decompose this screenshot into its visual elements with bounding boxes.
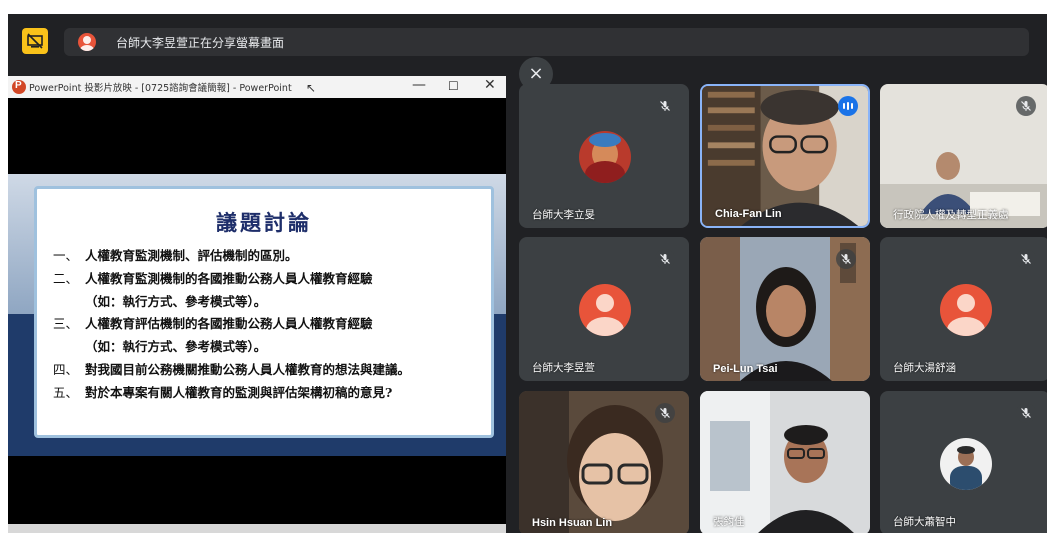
participant-tile[interactable]: 台師大湯舒涵 <box>880 237 1047 381</box>
mic-off-icon <box>1016 96 1036 116</box>
close-window-icon[interactable]: ✕ <box>484 77 496 93</box>
participant-tile[interactable]: Hsin Hsuan Lin <box>519 391 689 533</box>
participant-tile[interactable]: 台師大蕭智中 <box>880 391 1047 533</box>
agenda-item: 一、 人權教育監測機制、評估機制的區別。 <box>53 248 298 263</box>
participant-name: Chia-Fan Lin <box>715 208 782 220</box>
agenda-item: 三、 人權教育評估機制的各國推動公務人員人權教育經驗 <box>53 316 373 332</box>
powerpoint-window-title: PowerPoint 投影片放映 - [0725諮詢會議簡報] - PowerP… <box>29 83 292 94</box>
participant-name: 台師大蕭智中 <box>893 516 956 528</box>
powerpoint-titlebar: PowerPoint 投影片放映 - [0725諮詢會議簡報] - PowerP… <box>8 76 506 98</box>
participant-tile-speaking[interactable]: Chia-Fan Lin <box>700 84 870 228</box>
mic-off-icon <box>655 96 675 116</box>
presenter-avatar <box>78 33 96 51</box>
speaking-indicator-icon <box>838 96 858 116</box>
participant-name: Pei-Lun Tsai <box>713 363 778 375</box>
agenda-item: 四、 對我國目前公務機關推動公務人員人權教育的想法與建議。 <box>53 361 411 377</box>
slide-title: 議題討論 <box>216 210 312 235</box>
slideshow-status-bar <box>8 524 506 533</box>
sharing-notice-text: 台師大李昱萱正在分享螢幕畫面 <box>116 36 285 50</box>
avatar <box>579 284 631 336</box>
agenda-item-continued: （如：執行方式、參考模式等）。 <box>85 339 267 355</box>
agenda-item: 二、 人權教育監測機制的各國推動公務人員人權教育經驗 <box>53 270 373 286</box>
avatar <box>579 131 631 183</box>
meet-window: 台師大李昱萱正在分享螢幕畫面 PowerPoint 投影片放映 - [0725諮… <box>8 14 1047 533</box>
participant-tile[interactable]: 台師大李昱萱 <box>519 237 689 381</box>
participant-video <box>700 391 870 533</box>
stop-presenting-button[interactable] <box>22 28 48 54</box>
agenda-list: 一、 人權教育監測機制、評估機制的區別。 二、 人權教育監測機制的各國推動公務人員人… <box>53 245 493 405</box>
minimize-icon[interactable]: — <box>412 77 426 93</box>
mic-off-icon <box>1016 249 1036 269</box>
sharing-notice: 台師大李昱萱正在分享螢幕畫面 <box>64 28 1029 56</box>
screen-off-icon <box>27 33 43 49</box>
participant-name: 台師大李立旻 <box>532 209 595 221</box>
mic-off-icon <box>655 403 675 423</box>
mic-off-icon <box>1016 403 1036 423</box>
maximize-icon[interactable]: ☐ <box>448 79 459 93</box>
participant-name: 張鈞佳 <box>713 516 745 528</box>
participant-name: Hsin Hsuan Lin <box>532 517 613 529</box>
avatar <box>940 284 992 336</box>
slide-content-card: 議題討論 一、 人權教育監測機制、評估機制的區別。 二、 人權教育監測機制的各國推動… <box>34 186 494 438</box>
participant-tile[interactable]: 張鈞佳 <box>700 391 870 533</box>
participant-name: 台師大李昱萱 <box>532 362 595 374</box>
participant-tile[interactable]: 台師大李立旻 <box>519 84 689 228</box>
participant-tile[interactable]: Pei-Lun Tsai <box>700 237 870 381</box>
participant-tile[interactable]: 行政院人權及轉型正義處 <box>880 84 1047 228</box>
mic-off-icon <box>655 249 675 269</box>
agenda-item: 五、 對於本專案有關人權教育的監測與評估架構初稿的意見? <box>53 384 393 400</box>
mic-off-icon <box>836 249 856 269</box>
avatar <box>940 438 992 490</box>
powerpoint-icon <box>12 80 26 94</box>
agenda-item-continued: （如：執行方式、參考模式等）。 <box>85 293 267 309</box>
participant-name: 行政院人權及轉型正義處 <box>893 209 1009 221</box>
mouse-cursor-icon: ↖ <box>306 81 317 95</box>
participant-name: 台師大湯舒涵 <box>893 362 956 374</box>
shared-screen: PowerPoint 投影片放映 - [0725諮詢會議簡報] - PowerP… <box>8 76 506 533</box>
